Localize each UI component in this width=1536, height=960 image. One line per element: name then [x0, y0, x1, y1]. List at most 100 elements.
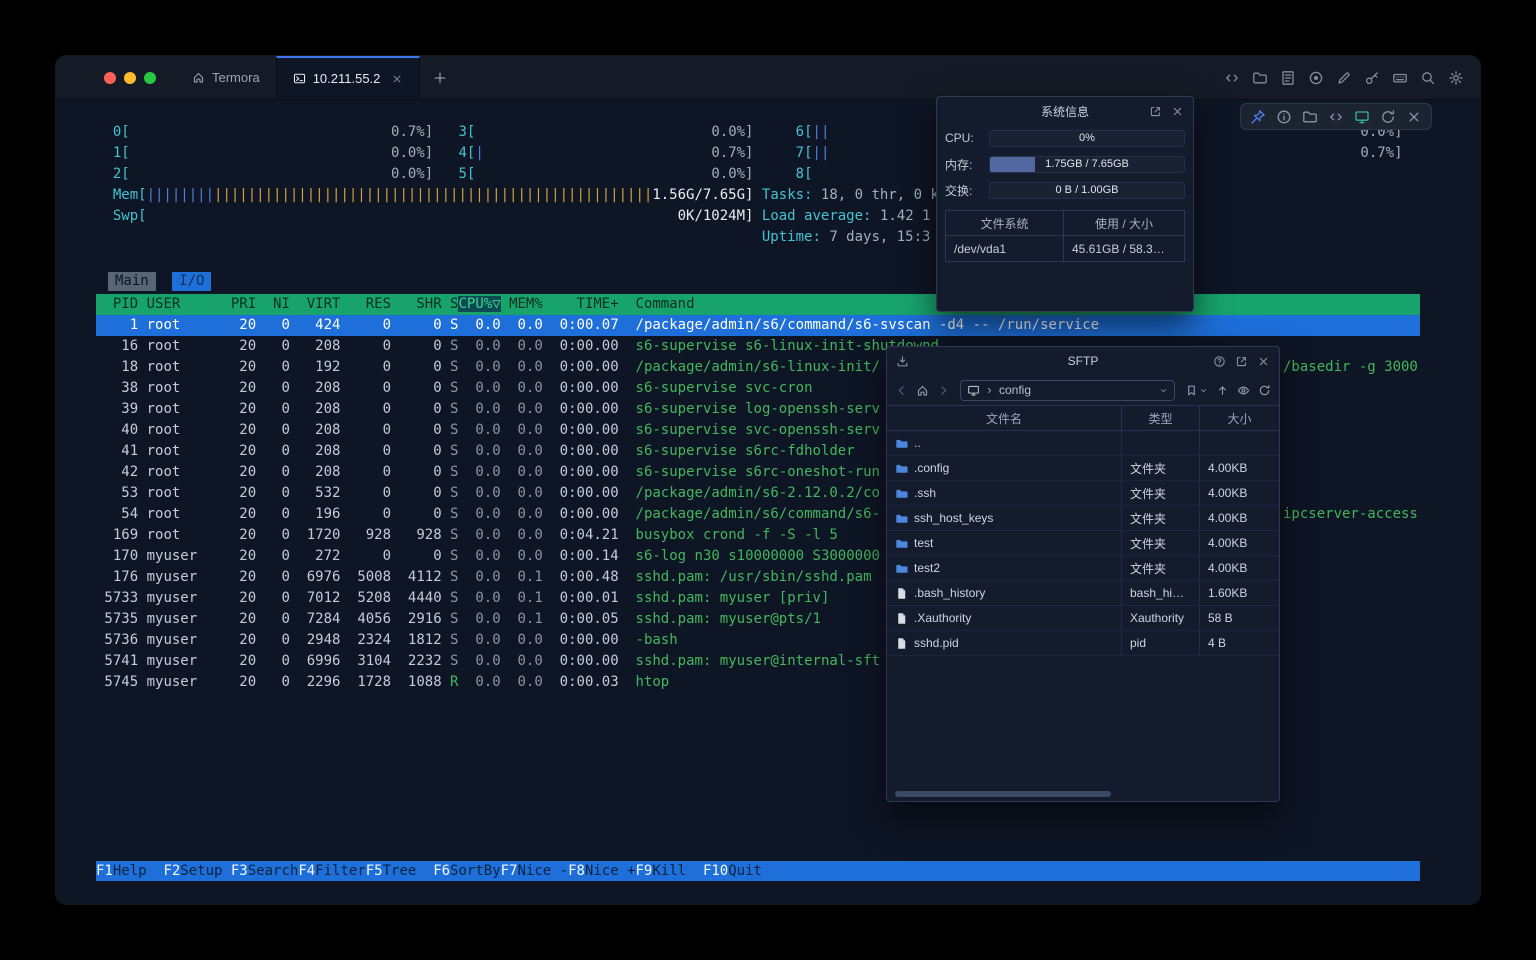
zoom-window-button[interactable]: [144, 72, 156, 84]
monitor-icon[interactable]: [1354, 109, 1370, 125]
file-type: 文件夹: [1121, 456, 1199, 480]
file-type: 文件夹: [1121, 481, 1199, 505]
tab-ssh-session[interactable]: 10.211.55.2: [276, 56, 421, 99]
filesystem-table-header: 文件系统 使用 / 大小: [946, 211, 1184, 236]
file-row[interactable]: .XauthorityXauthority58 B: [887, 606, 1279, 631]
column-size[interactable]: 大小: [1199, 406, 1279, 430]
file-name: .bash_history: [914, 586, 985, 600]
sftp-toolbar: config: [887, 375, 1279, 405]
file-type: [1121, 431, 1199, 455]
info-icon[interactable]: [1276, 109, 1292, 125]
file-icon: [895, 587, 908, 600]
horizontal-scrollbar[interactable]: [895, 791, 1111, 797]
fs-header-usage: 使用 / 大小: [1064, 211, 1184, 235]
bookmark-icon: [1185, 384, 1198, 397]
key-manager-icon[interactable]: [1364, 70, 1380, 86]
file-row[interactable]: .ssh文件夹4.00KB: [887, 481, 1279, 506]
code-icon[interactable]: [1328, 109, 1344, 125]
pin-icon[interactable]: [1250, 109, 1266, 125]
fkey-f7[interactable]: F7Nice -: [501, 863, 568, 879]
htop-meters: 0[ 0.7%] 3[ 0.0%] 6[|| 0.0%] 1[ 0.0%] 4[…: [96, 122, 1403, 248]
fkey-f6[interactable]: F6SortBy: [433, 863, 500, 879]
search-icon[interactable]: [1420, 70, 1436, 86]
file-size: 58 B: [1199, 606, 1279, 630]
close-panel-icon[interactable]: [1171, 105, 1184, 118]
function-key-bar: F1Help F2Setup F3SearchF4FilterF5Tree F6…: [96, 861, 1420, 881]
fkey-f3[interactable]: F3Search: [231, 863, 298, 879]
tab-label: 10.211.55.2: [313, 71, 381, 86]
file-name: sshd.pid: [914, 636, 959, 650]
close-window-button[interactable]: [104, 72, 116, 84]
fkey-f10[interactable]: F10Quit: [703, 863, 779, 879]
folder-icon[interactable]: [1252, 70, 1268, 86]
file-row[interactable]: sshd.pidpid4 B: [887, 631, 1279, 656]
file-row[interactable]: test2文件夹4.00KB: [887, 556, 1279, 581]
new-tab-button[interactable]: [420, 56, 460, 99]
code-snippets-icon[interactable]: [1224, 70, 1240, 86]
fkey-f4[interactable]: F4Filter: [298, 863, 365, 879]
upload-icon[interactable]: [1216, 384, 1229, 397]
folder-icon: [895, 562, 908, 575]
file-name: .ssh: [914, 486, 936, 500]
macro-record-icon[interactable]: [1308, 70, 1324, 86]
process-table-header[interactable]: PID USER PRI NI VIRT RES SHR SCPU%▽ MEM%…: [96, 294, 1420, 315]
column-type[interactable]: 类型: [1121, 406, 1199, 430]
file-name: test2: [914, 561, 940, 575]
file-name: ssh_host_keys: [914, 511, 993, 525]
file-size: 1.60KB: [1199, 581, 1279, 605]
sftp-titlebar: SFTP: [887, 347, 1279, 375]
fkey-f1[interactable]: F1Help: [96, 863, 163, 879]
process-row[interactable]: 1 root 20 0 424 0 0 S 0.0 0.0 0:00.07 /p…: [96, 315, 1420, 336]
settings-icon[interactable]: [1448, 70, 1464, 86]
close-panel-icon[interactable]: [1257, 355, 1270, 368]
home-icon[interactable]: [916, 384, 929, 397]
floating-toolbar: [1240, 103, 1432, 130]
htop-tab-io[interactable]: I/O: [172, 272, 211, 291]
fkey-f5[interactable]: F5Tree: [366, 863, 433, 879]
app-window: Termora 10.211.55.2 0[ 0.7%] 3[ 0.0%] 6[…: [56, 56, 1480, 904]
file-row[interactable]: ..: [887, 431, 1279, 456]
minimize-window-button[interactable]: [124, 72, 136, 84]
command-tail: ipcserver-access: [1283, 504, 1418, 525]
bookmarks-button[interactable]: [1185, 384, 1208, 397]
folder-icon[interactable]: [1302, 109, 1318, 125]
keyboard-icon[interactable]: [1392, 70, 1408, 86]
file-name: .Xauthority: [914, 611, 971, 625]
fs-device: /dev/vda1: [946, 236, 1064, 261]
file-row[interactable]: ssh_host_keys 文件夹4.00KB: [887, 506, 1279, 531]
help-icon[interactable]: [1213, 355, 1226, 368]
file-row[interactable]: .config 文件夹4.00KB: [887, 456, 1279, 481]
fkey-f2[interactable]: F2Setup: [163, 863, 230, 879]
file-size: 4.00KB: [1199, 456, 1279, 480]
open-in-window-icon[interactable]: [1235, 355, 1248, 368]
file-type: 文件夹: [1121, 531, 1199, 555]
file-row[interactable]: test文件夹4.00KB: [887, 531, 1279, 556]
close-tab-icon[interactable]: [391, 73, 403, 85]
sftp-panel: SFTP config: [886, 346, 1280, 802]
log-icon[interactable]: [1280, 70, 1296, 86]
forward-icon[interactable]: [937, 384, 950, 397]
file-type: 文件夹: [1121, 506, 1199, 530]
file-name: test: [914, 536, 933, 550]
refresh-icon[interactable]: [1258, 384, 1271, 397]
file-row[interactable]: .bash_historybash_hi…1.60KB: [887, 581, 1279, 606]
edit-icon[interactable]: [1336, 70, 1352, 86]
fkey-f9[interactable]: F9Kill: [636, 863, 703, 879]
file-size: 4 B: [1199, 631, 1279, 655]
fkey-f8[interactable]: F8Nice +: [568, 863, 635, 879]
show-hidden-icon[interactable]: [1237, 384, 1250, 397]
close-icon[interactable]: [1406, 109, 1422, 125]
file-list: ...config文件夹4.00KB.ssh文件夹4.00KBssh_host_…: [887, 431, 1279, 656]
file-name: .config: [914, 461, 949, 475]
file-size: 4.00KB: [1199, 506, 1279, 530]
refresh-icon[interactable]: [1380, 109, 1396, 125]
chevron-down-icon[interactable]: [1159, 386, 1168, 395]
column-filename[interactable]: 文件名: [887, 406, 1121, 430]
path-segment[interactable]: config: [999, 383, 1031, 397]
path-breadcrumb[interactable]: config: [960, 380, 1175, 401]
back-icon[interactable]: [895, 384, 908, 397]
htop-tab-main[interactable]: Main: [108, 272, 156, 291]
tab-termora[interactable]: Termora: [176, 56, 276, 99]
transfers-icon[interactable]: [896, 355, 909, 368]
open-in-window-icon[interactable]: [1149, 105, 1162, 118]
